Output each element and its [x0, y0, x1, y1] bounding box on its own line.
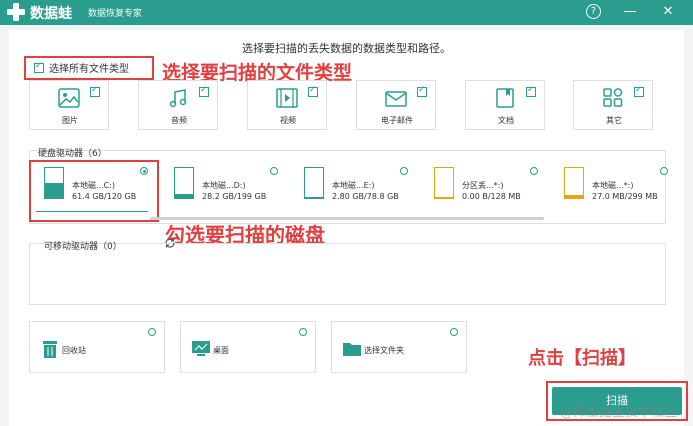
location-radio[interactable]	[299, 328, 307, 336]
file-type-checkbox[interactable]	[90, 85, 100, 97]
location-label: 回收站	[62, 346, 86, 355]
drive-name: 分区丢...*:)	[462, 181, 504, 190]
other-icon	[603, 88, 623, 107]
image-icon	[58, 88, 80, 108]
drive-item[interactable]: 本地磁...E:) 2.80 GB/78.8 GB	[294, 165, 422, 209]
location-radio[interactable]	[450, 328, 458, 336]
drive-icon	[304, 167, 324, 199]
folder-icon	[343, 343, 361, 356]
desktop-icon	[192, 341, 210, 356]
removable-drive-title: 可移动驱动器（0）	[44, 242, 122, 252]
app-name: 数据蛙	[30, 6, 72, 22]
file-type-label: 图片	[62, 116, 78, 125]
drive-size: 28.2 GB/199 GB	[202, 192, 267, 201]
file-type-label: 视频	[280, 116, 296, 125]
minimize-button[interactable]: —	[622, 4, 638, 20]
file-type-checkbox[interactable]	[417, 85, 427, 97]
drive-usage-fill	[175, 193, 193, 198]
file-type-checkbox[interactable]	[308, 85, 318, 97]
file-type-label: 文档	[498, 116, 514, 125]
help-icon[interactable]: ?	[586, 4, 601, 19]
document-icon	[496, 88, 514, 108]
location-label: 桌面	[213, 346, 229, 355]
drive-usage-fill	[435, 196, 453, 198]
drive-radio[interactable]	[400, 167, 408, 175]
file-type-label: 音频	[171, 116, 187, 125]
drive-item[interactable]: 本地磁...D:) 28.2 GB/199 GB	[164, 165, 292, 209]
drive-name: 本地磁...E:)	[332, 181, 375, 190]
file-type-audio[interactable]: 音频	[138, 80, 218, 130]
file-type-label: 电子邮件	[381, 116, 413, 125]
drive-name: 本地磁...*:)	[592, 181, 634, 190]
drive-radio[interactable]	[660, 167, 668, 175]
location-label: 选择文件夹	[364, 346, 404, 355]
drive-icon	[434, 167, 454, 199]
refresh-icon[interactable]	[164, 237, 176, 249]
drive-usage-fill	[565, 195, 583, 198]
drive-icon	[174, 167, 194, 199]
drive-radio[interactable]	[530, 167, 538, 175]
file-type-other[interactable]: 其它	[573, 80, 653, 130]
watermark: @稀土掘金技术社区	[560, 405, 678, 420]
file-type-document[interactable]: 文档	[465, 80, 545, 130]
drive-item[interactable]: 分区丢...*:) 0.00 B/128 MB	[424, 165, 552, 209]
file-type-checkbox[interactable]	[526, 85, 536, 97]
file-type-label: 其它	[606, 116, 622, 125]
location-desktop[interactable]: 桌面	[180, 321, 316, 373]
instruction-text: 选择要扫描的丢失数据的数据类型和路径。	[242, 42, 451, 55]
file-type-email[interactable]: 电子邮件	[356, 80, 436, 130]
drive-usage-fill	[305, 196, 323, 198]
drive-name: 本地磁...D:)	[202, 181, 246, 190]
video-icon	[276, 88, 298, 108]
drive-selected-underline	[36, 211, 148, 212]
annotation-box-drive	[29, 160, 159, 222]
title-bar: 数据蛙 数据恢复专家 ? — ✕	[0, 0, 693, 25]
drive-icon	[564, 167, 584, 199]
music-icon	[169, 89, 187, 108]
file-type-checkbox[interactable]	[634, 85, 644, 97]
app-subtitle: 数据恢复专家	[88, 9, 143, 19]
drive-radio[interactable]	[270, 167, 278, 175]
app-logo-icon	[7, 3, 25, 21]
location-radio[interactable]	[148, 328, 156, 336]
location-select-folder[interactable]: 选择文件夹	[331, 321, 467, 373]
drive-item[interactable]: 本地磁...*:) 27.0 MB/299 MB	[554, 165, 682, 209]
location-recycle-bin[interactable]: 回收站	[29, 321, 165, 373]
annotation-box-file-type	[24, 56, 154, 80]
drive-size: 0.00 B/128 MB	[462, 192, 521, 201]
file-type-image[interactable]: 图片	[29, 80, 109, 130]
drive-size: 27.0 MB/299 MB	[592, 192, 658, 201]
close-button[interactable]: ✕	[660, 4, 676, 20]
recycle-bin-icon	[43, 341, 57, 358]
hard-drive-title: 硬盘驱动器（6）	[38, 149, 107, 159]
mail-icon	[385, 91, 407, 107]
annotation-scan: 点击【扫描】	[528, 348, 636, 369]
file-type-checkbox[interactable]	[199, 85, 209, 97]
file-type-video[interactable]: 视频	[247, 80, 327, 130]
removable-drive-section	[29, 243, 666, 305]
drive-size: 2.80 GB/78.8 GB	[332, 192, 399, 201]
